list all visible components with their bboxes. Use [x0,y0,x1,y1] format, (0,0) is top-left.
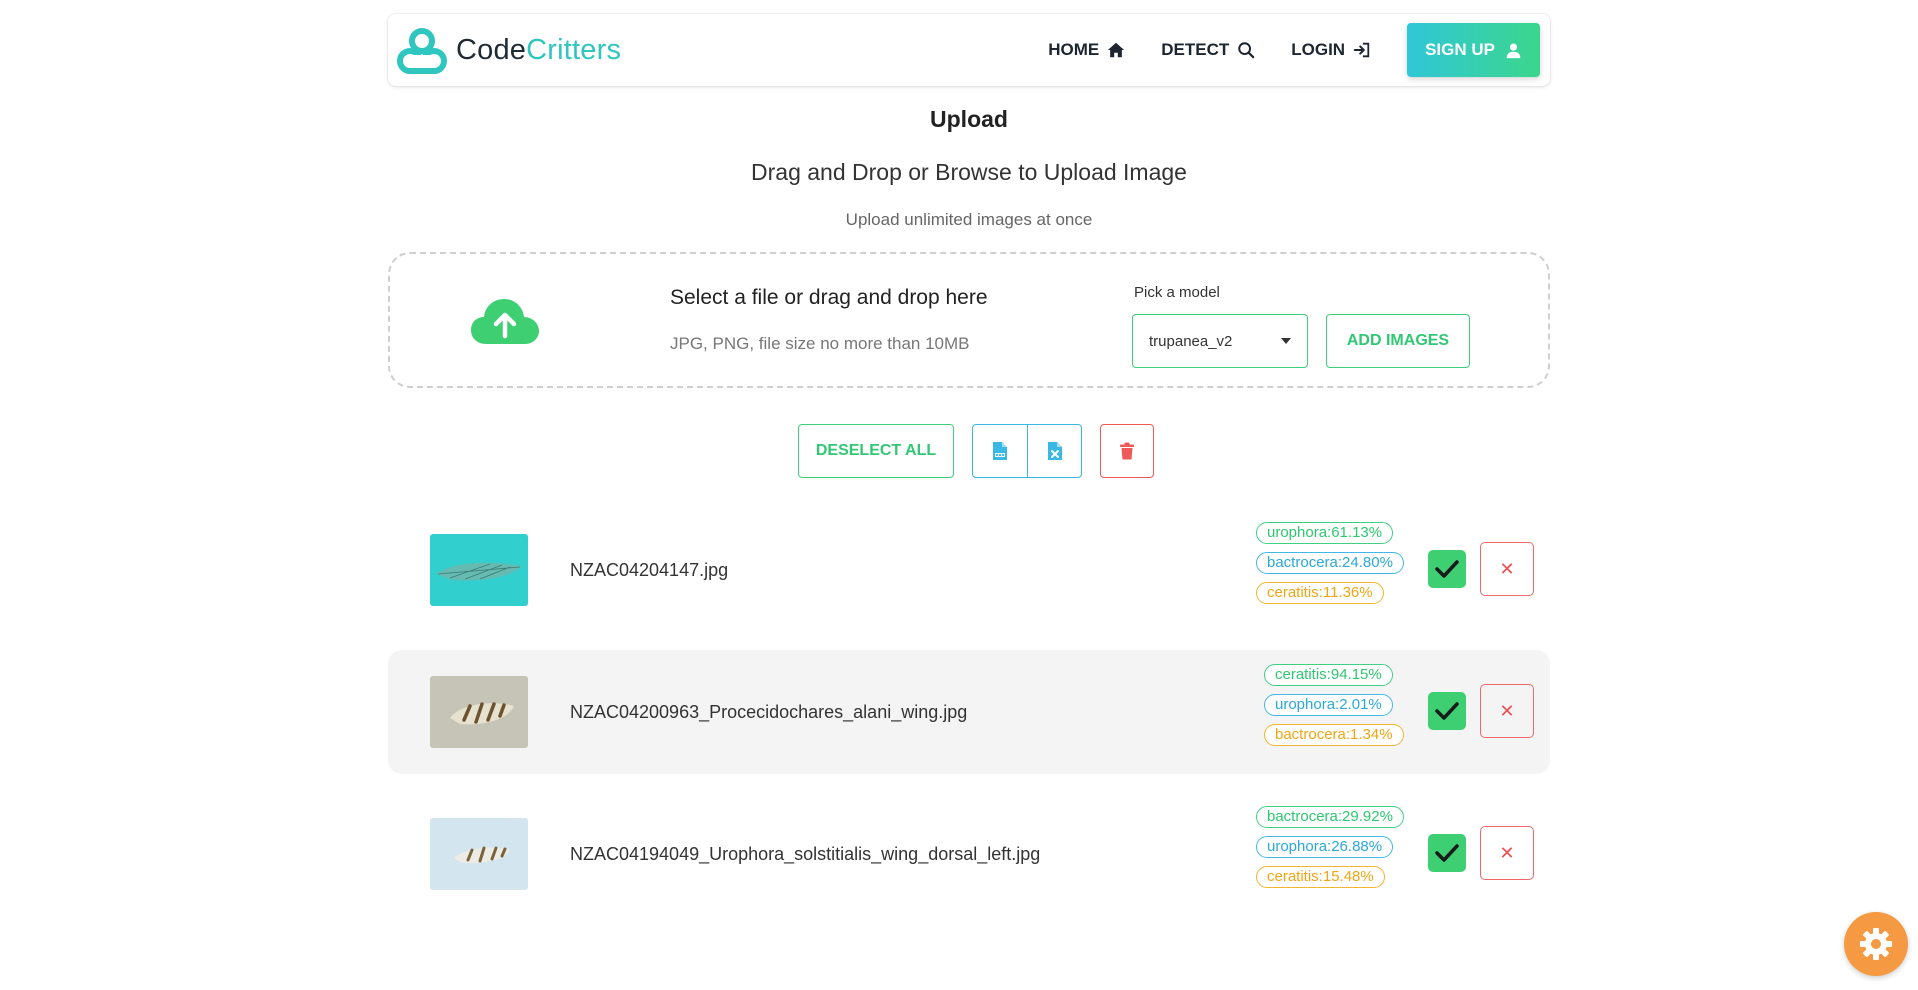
model-picker-label: Pick a model [1134,284,1220,301]
prediction-tag-top1: ceratitis:94.15% [1264,664,1393,686]
model-select[interactable]: trupanea_v2 [1132,314,1308,368]
prediction-tag-top2: urophora:2.01% [1264,694,1393,716]
signup-button[interactable]: SIGN UP [1407,23,1540,77]
search-icon [1238,42,1255,59]
model-select-value: trupanea_v2 [1149,332,1233,350]
remove-file-button[interactable]: ✕ [1480,542,1534,596]
file-name: NZAC04204147.jpg [570,559,729,580]
prediction-tag-top3: ceratitis:11.36% [1256,582,1384,604]
nav-home[interactable]: HOME [1048,40,1125,60]
file-thumbnail[interactable] [430,534,528,606]
prediction-tag-top2: bactrocera:24.80% [1256,552,1404,574]
close-icon: ✕ [1499,842,1515,863]
prediction-tags: urophora:61.13% bactrocera:24.80% cerati… [1256,522,1404,604]
close-icon: ✕ [1499,558,1515,579]
dropzone-file-limits: JPG, PNG, file size no more than 10MB [670,334,970,353]
delete-selected-button[interactable] [1100,424,1154,478]
prediction-tag-top3: bactrocera:1.34% [1264,724,1404,746]
list-item: NZAC04194049_Urophora_solstitialis_wing_… [388,792,1550,916]
export-button-group [972,424,1082,478]
file-thumbnail[interactable] [430,818,528,890]
checkmark-icon [1435,844,1459,862]
file-name: NZAC04194049_Urophora_solstitialis_wing_… [570,843,1041,864]
cloud-upload-icon [471,299,539,344]
wing-image [430,818,528,890]
select-checkbox[interactable] [1428,550,1466,588]
prediction-tag-top3: ceratitis:15.48% [1256,866,1385,888]
prediction-tag-top1: urophora:61.13% [1256,522,1394,544]
export-csv-button[interactable] [973,425,1027,477]
file-thumbnail[interactable] [430,676,528,748]
nav-detect[interactable]: DETECT [1161,40,1255,60]
file-list: NZAC04204147.jpg urophora:61.13% bactroc… [388,508,1550,916]
nav-menu: HOME DETECT LOGIN SIGN UP [1048,23,1540,77]
upload-hint: Upload unlimited images at once [845,210,1093,229]
caret-down-icon [1281,338,1291,344]
excel-file-icon [1047,442,1062,460]
home-icon [1108,42,1125,58]
login-icon [1353,42,1370,58]
signup-label: SIGN UP [1425,40,1495,59]
user-icon [1506,43,1521,58]
brand-name: CodeCritters [456,34,621,67]
add-images-button[interactable]: ADD IMAGES [1326,314,1470,368]
wing-image [430,676,528,748]
remove-file-button[interactable]: ✕ [1480,826,1534,880]
remove-file-button[interactable]: ✕ [1480,684,1534,738]
wing-image [430,534,528,606]
list-toolbar: DESELECT ALL [388,424,1550,478]
page-subtitle: Drag and Drop or Browse to Upload Image [751,159,1187,185]
gear-icon [1860,928,1892,960]
brand-logo[interactable]: CodeCritters [396,25,621,75]
deselect-all-button[interactable]: DESELECT ALL [798,424,954,478]
export-excel-button[interactable] [1027,425,1081,477]
select-checkbox[interactable] [1428,692,1466,730]
prediction-tags: ceratitis:94.15% urophora:2.01% bactroce… [1264,664,1412,746]
dropzone-instruction: Select a file or drag and drop here [670,286,988,309]
prediction-tags: bactrocera:29.92% urophora:26.88% cerati… [1256,806,1404,888]
list-item: NZAC04204147.jpg urophora:61.13% bactroc… [388,508,1550,632]
page-title: Upload [930,106,1008,132]
prediction-tag-top2: urophora:26.88% [1256,836,1394,858]
list-item: NZAC04200963_Procecidochares_alani_wing.… [388,650,1550,774]
trash-icon [1120,442,1134,460]
upload-dropzone[interactable]: Select a file or drag and drop here JPG,… [388,252,1550,388]
nav-detect-label: DETECT [1161,40,1230,59]
csv-file-icon [993,442,1007,460]
file-name: NZAC04200963_Procecidochares_alani_wing.… [570,701,968,722]
nav-home-label: HOME [1048,40,1100,59]
codecritters-logo-icon [397,28,447,74]
brand-name-part2: Critters [526,33,622,66]
nav-login[interactable]: LOGIN [1291,40,1371,60]
checkmark-icon [1435,560,1459,578]
nav-login-label: LOGIN [1291,40,1346,59]
select-checkbox[interactable] [1428,834,1466,872]
close-icon: ✕ [1499,700,1515,721]
navbar: CodeCritters HOME DETECT LOGIN SIGN UP [388,14,1550,86]
checkmark-icon [1435,702,1459,720]
brand-name-part1: Code [456,33,527,66]
page: CodeCritters HOME DETECT LOGIN SIGN UP U… [388,14,1550,916]
settings-fab-button[interactable] [1844,912,1908,976]
prediction-tag-top1: bactrocera:29.92% [1256,806,1404,828]
